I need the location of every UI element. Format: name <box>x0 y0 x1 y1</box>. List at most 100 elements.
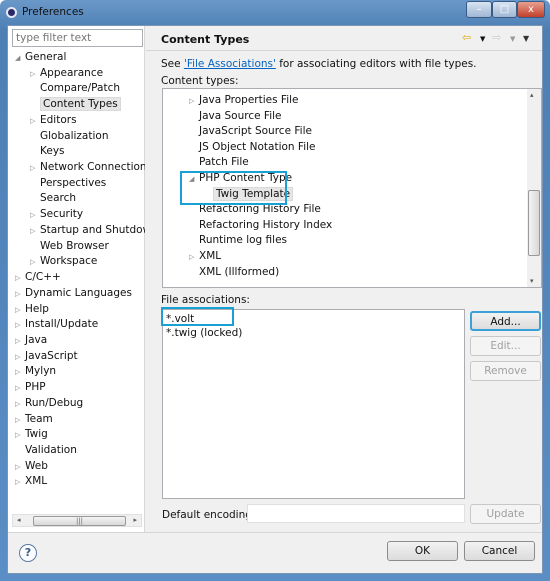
scroll-thumb[interactable]: ||| <box>33 516 126 526</box>
tree-item[interactable]: ▷ Network Connections <box>30 160 145 175</box>
tree-item[interactable]: ▷ Workspace <box>30 254 97 269</box>
tree-item[interactable]: Java Source File <box>189 109 282 124</box>
tree-item[interactable]: ▷ PHP <box>15 380 46 395</box>
scroll-up-icon[interactable]: ▴ <box>530 91 534 99</box>
collapsed-arrow-icon[interactable]: ▷ <box>30 208 40 223</box>
tree-item[interactable]: JS Object Notation File <box>189 140 315 155</box>
tree-item[interactable]: ▷Startup and Shutdown <box>30 223 145 238</box>
minimize-button[interactable]: – <box>466 1 492 18</box>
tree-item[interactable]: Keys <box>30 144 65 159</box>
collapsed-arrow-icon[interactable]: ▷ <box>15 365 25 380</box>
collapsed-arrow-icon[interactable]: ▷ <box>15 397 25 412</box>
tree-item-label: Perspectives <box>40 176 107 189</box>
update-button[interactable]: Update <box>470 504 541 524</box>
tree-item-label: Content Types <box>40 97 121 112</box>
remove-button[interactable]: Remove <box>470 361 541 381</box>
close-button[interactable]: x <box>517 1 545 18</box>
tree-item-label: XML (Illformed) <box>199 265 280 278</box>
tree-item[interactable]: ▷ JavaScript <box>15 349 78 364</box>
tree-item[interactable]: ▷ Mylyn <box>15 364 56 379</box>
tree-item[interactable]: ▷ Web <box>15 459 48 474</box>
scroll-right-icon[interactable]: ▸ <box>133 516 137 524</box>
help-icon[interactable]: ? <box>19 544 37 562</box>
back-icon[interactable]: ⇦ <box>462 31 471 44</box>
tree-item[interactable]: ▷ Twig <box>15 427 48 442</box>
collapsed-arrow-icon[interactable]: ▷ <box>15 428 25 443</box>
content-types-page: Content Types ⇦ ▼ ⇨ ▼ ▼ See 'File Associ… <box>146 26 542 532</box>
content-types-label: Content types: <box>161 75 239 87</box>
back-menu-icon[interactable]: ▼ <box>480 35 485 43</box>
file-associations-link[interactable]: 'File Associations' <box>184 58 276 70</box>
list-item[interactable]: *.twig (locked) <box>166 327 242 339</box>
tree-item-label: Dynamic Languages <box>25 286 132 299</box>
tree-item[interactable]: ▷ Run/Debug <box>15 396 83 411</box>
title-bar[interactable]: Preferences – □ x <box>0 0 550 24</box>
tree-item[interactable]: Web Browser <box>30 239 109 254</box>
collapsed-arrow-icon[interactable]: ▷ <box>30 161 40 176</box>
tree-item[interactable]: Content Types <box>30 97 121 112</box>
tree-item[interactable]: ▷ Team <box>15 412 53 427</box>
tree-item[interactable]: ▷ C/C++ <box>15 270 61 285</box>
add-button[interactable]: Add... <box>470 311 541 331</box>
tree-item[interactable]: ◢ General <box>15 50 66 65</box>
tree-item[interactable]: Perspectives <box>30 176 106 191</box>
tree-item[interactable]: Refactoring History Index <box>189 218 332 233</box>
collapsed-arrow-icon[interactable]: ▷ <box>30 255 40 270</box>
maximize-button[interactable]: □ <box>492 1 517 18</box>
tree-item[interactable]: Search <box>30 191 76 206</box>
tree-item[interactable]: ▷ XML <box>189 249 221 264</box>
tree-item[interactable]: ▷ Java <box>15 333 47 348</box>
scroll-down-icon[interactable]: ▾ <box>530 277 534 285</box>
collapsed-arrow-icon[interactable]: ▷ <box>189 250 199 265</box>
tree-item[interactable]: Compare/Patch <box>30 81 120 96</box>
tree-item[interactable]: ▷ Security <box>30 207 83 222</box>
tree-item[interactable]: ▷ Appearance <box>30 66 103 81</box>
cancel-button[interactable]: Cancel <box>464 541 535 561</box>
collapsed-arrow-icon[interactable]: ▷ <box>15 303 25 318</box>
tree-item-label: Java <box>25 333 48 346</box>
tree-item[interactable]: ▷ XML <box>15 474 47 489</box>
collapsed-arrow-icon[interactable]: ▷ <box>189 94 199 109</box>
filter-input[interactable] <box>12 29 143 47</box>
scroll-thumb[interactable] <box>528 190 540 256</box>
horizontal-scrollbar[interactable]: ◂ ||| ▸ <box>12 514 142 527</box>
collapsed-arrow-icon[interactable]: ▷ <box>15 475 25 490</box>
tree-item-label: Java Properties File <box>199 94 299 106</box>
tree-item[interactable]: ▷ Dynamic Languages <box>15 286 132 301</box>
tree-item[interactable]: Patch File <box>189 155 249 170</box>
tree-item-label: Refactoring History Index <box>199 218 333 231</box>
collapsed-arrow-icon[interactable]: ▷ <box>15 413 25 428</box>
tree-item[interactable]: ▷ Install/Update <box>15 317 98 332</box>
collapsed-arrow-icon[interactable]: ▷ <box>30 224 40 239</box>
tree-item[interactable]: Runtime log files <box>189 233 287 248</box>
vertical-scrollbar[interactable]: ▴ ▾ <box>527 89 541 287</box>
forward-menu-icon[interactable]: ▼ <box>510 35 515 43</box>
collapsed-arrow-icon[interactable]: ▷ <box>15 287 25 302</box>
tree-item[interactable]: ▷ Java Properties File <box>189 93 299 108</box>
collapsed-arrow-icon[interactable]: ▷ <box>30 67 40 82</box>
tree-item-label: JavaScript <box>25 349 78 362</box>
collapsed-arrow-icon[interactable]: ▷ <box>15 381 25 396</box>
tree-item[interactable]: JavaScript Source File <box>189 124 312 139</box>
tree-item-label: Web <box>25 459 48 472</box>
collapsed-arrow-icon[interactable]: ▷ <box>30 114 40 129</box>
forward-icon[interactable]: ⇨ <box>492 31 501 44</box>
default-encoding-input[interactable] <box>247 504 465 523</box>
collapsed-arrow-icon[interactable]: ▷ <box>15 334 25 349</box>
tree-item[interactable]: ▷ Help <box>15 302 49 317</box>
collapsed-arrow-icon[interactable]: ▷ <box>15 271 25 286</box>
expanded-arrow-icon[interactable]: ◢ <box>15 51 25 66</box>
ok-button[interactable]: OK <box>387 541 458 561</box>
scroll-left-icon[interactable]: ◂ <box>17 516 21 524</box>
tree-item[interactable]: Validation <box>15 443 77 458</box>
collapsed-arrow-icon[interactable]: ▷ <box>15 460 25 475</box>
tree-item[interactable]: ▷ Editors <box>30 113 77 128</box>
file-associations-list[interactable]: *.volt *.twig (locked) <box>162 309 465 499</box>
edit-button[interactable]: Edit... <box>470 336 541 356</box>
collapsed-arrow-icon[interactable]: ▷ <box>15 350 25 365</box>
tree-item-label: Patch File <box>199 156 249 169</box>
view-menu-icon[interactable]: ▼ <box>523 34 529 43</box>
tree-item[interactable]: XML (Illformed) <box>189 265 279 280</box>
collapsed-arrow-icon[interactable]: ▷ <box>15 318 25 333</box>
tree-item[interactable]: Globalization <box>30 129 108 144</box>
